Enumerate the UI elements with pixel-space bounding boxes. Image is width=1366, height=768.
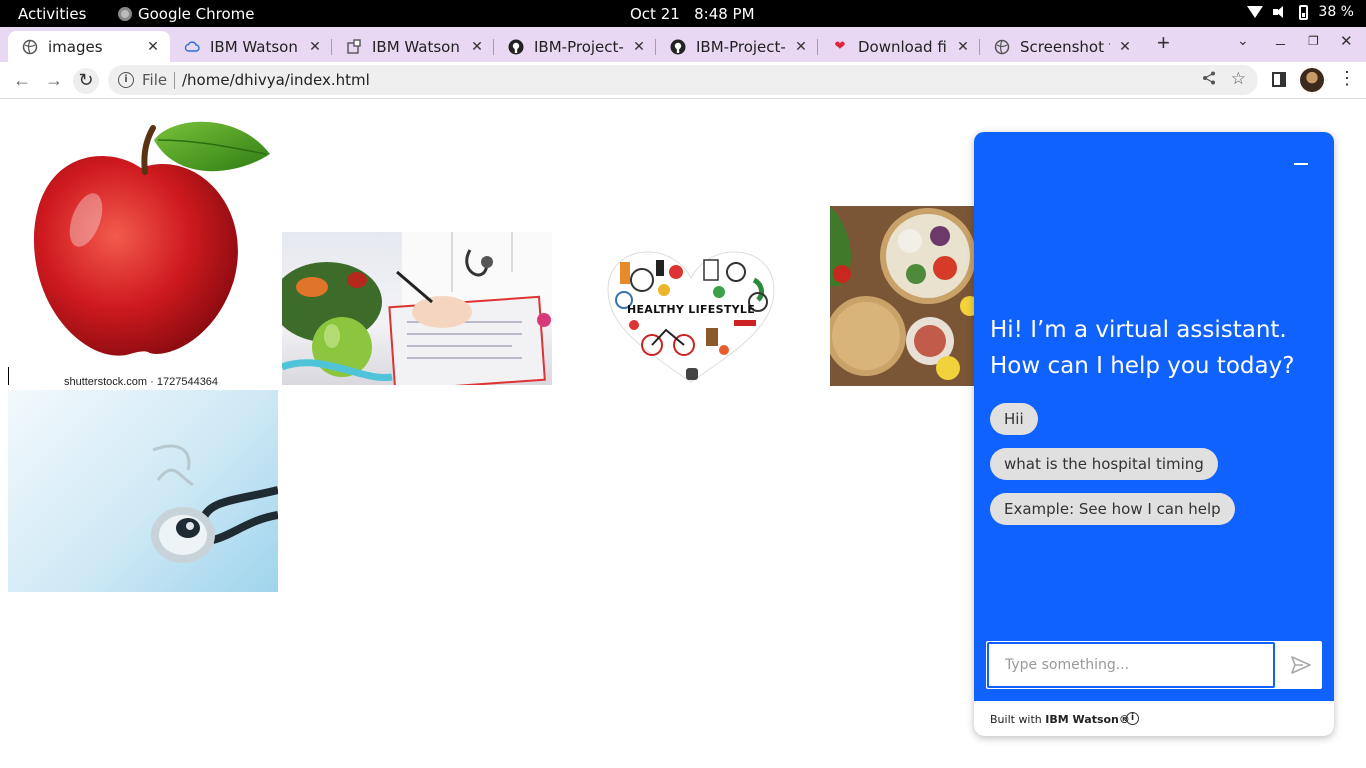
close-icon[interactable]: ✕ bbox=[954, 39, 972, 55]
clock-time: 8:48 PM bbox=[694, 5, 755, 23]
chat-footer: Built with IBM Watson® i bbox=[974, 701, 1334, 736]
globe-icon bbox=[994, 39, 1010, 55]
forward-arrow-icon[interactable]: → bbox=[41, 68, 67, 94]
clock[interactable]: Oct 21 8:48 PM bbox=[630, 5, 755, 23]
close-icon[interactable]: ✕ bbox=[306, 39, 324, 55]
battery-icon bbox=[1299, 4, 1309, 20]
volume-icon bbox=[1273, 5, 1289, 19]
address-bar[interactable]: i File /home/dhivya/index.html ☆ bbox=[108, 65, 1258, 95]
page-content: shutterstock.com · 1727544364 HEALTHY LI… bbox=[0, 100, 1366, 768]
close-icon[interactable]: ✕ bbox=[630, 39, 648, 55]
browser-toolbar: ← → ↻ i File /home/dhivya/index.html ☆ ⋮ bbox=[0, 62, 1366, 99]
close-window-button[interactable]: ✕ bbox=[1340, 32, 1353, 50]
tab-label: IBM-Project-31 bbox=[696, 37, 786, 56]
back-arrow-icon[interactable]: ← bbox=[9, 68, 35, 94]
app-name: Google Chrome bbox=[138, 5, 255, 23]
tab-strip: images ✕ IBM Watson Sc ✕ IBM Watson A ✕ … bbox=[0, 27, 1366, 62]
url-text[interactable]: /home/dhivya/index.html bbox=[182, 71, 370, 89]
more-menu-icon[interactable]: ⋮ bbox=[1338, 68, 1356, 89]
minimize-window-button[interactable]: _ bbox=[1276, 29, 1285, 47]
bookmark-star-icon[interactable]: ☆ bbox=[1231, 69, 1246, 89]
cloud-icon bbox=[184, 39, 200, 55]
new-tab-button[interactable]: + bbox=[1157, 30, 1170, 56]
suggestion-chip[interactable]: Hii bbox=[990, 403, 1038, 435]
tab-images[interactable]: images ✕ bbox=[8, 31, 170, 62]
close-icon[interactable]: ✕ bbox=[144, 39, 162, 55]
wifi-icon bbox=[1247, 6, 1264, 18]
watson-assistant-chat: Hi! I’m a virtual assistant. How can I h… bbox=[974, 132, 1334, 736]
tab-label: IBM Watson Sc bbox=[210, 37, 300, 56]
github-icon bbox=[508, 39, 524, 55]
tab-ibm-watson-sc[interactable]: IBM Watson Sc ✕ bbox=[170, 31, 332, 62]
clock-date: Oct 21 bbox=[630, 5, 680, 23]
battery-percent: 38 % bbox=[1318, 4, 1354, 20]
reload-icon[interactable]: ↻ bbox=[73, 68, 99, 94]
tab-screenshot[interactable]: Screenshot fro ✕ bbox=[980, 31, 1142, 62]
github-icon bbox=[670, 39, 686, 55]
close-icon[interactable]: ✕ bbox=[468, 39, 486, 55]
activities-button[interactable]: Activities bbox=[18, 5, 86, 23]
info-icon[interactable]: i bbox=[1126, 712, 1139, 725]
close-icon[interactable]: ✕ bbox=[792, 39, 810, 55]
assistant-greeting: Hi! I’m a virtual assistant. How can I h… bbox=[990, 317, 1295, 379]
heart-icon: ❤ bbox=[834, 39, 846, 54]
send-icon[interactable] bbox=[1290, 654, 1312, 676]
app-menu[interactable]: Google Chrome bbox=[118, 5, 255, 23]
tab-ibm-project-31[interactable]: IBM-Project-31 ✕ bbox=[656, 31, 818, 62]
tab-label: Download file bbox=[858, 37, 948, 56]
built-with-prefix: Built with bbox=[990, 713, 1046, 726]
profile-avatar[interactable] bbox=[1300, 68, 1324, 92]
healthy-lifestyle-caption: HEALTHY LIFESTYLE bbox=[626, 303, 756, 316]
chat-message-input[interactable] bbox=[987, 642, 1275, 688]
url-scheme: File bbox=[142, 71, 168, 89]
healthy-lifestyle-heart-image: HEALTHY LIFESTYLE bbox=[604, 250, 778, 388]
chrome-icon bbox=[118, 7, 132, 21]
puzzle-icon bbox=[346, 38, 362, 55]
vegetables-bowl-image bbox=[830, 206, 974, 386]
side-panel-icon[interactable] bbox=[1272, 72, 1286, 87]
suggestion-chip[interactable]: Example: See how I can help bbox=[990, 493, 1235, 525]
chat-input-area bbox=[986, 641, 1322, 689]
image-watermark: shutterstock.com · 1727544364 bbox=[63, 376, 219, 388]
system-top-bar: Activities Google Chrome Oct 21 8:48 PM … bbox=[0, 0, 1366, 27]
minimize-chat-button[interactable] bbox=[1294, 158, 1308, 170]
tab-label: IBM Watson A bbox=[372, 37, 462, 56]
built-with-brand: IBM Watson® bbox=[1045, 713, 1130, 726]
divider bbox=[174, 72, 175, 89]
info-icon[interactable]: i bbox=[118, 72, 134, 88]
tab-label: images bbox=[48, 37, 103, 56]
built-with-label: Built with IBM Watson® bbox=[990, 713, 1130, 726]
share-icon[interactable] bbox=[1202, 71, 1216, 89]
globe-icon bbox=[22, 39, 38, 55]
suggestion-chip[interactable]: what is the hospital timing bbox=[990, 448, 1218, 480]
tab-label: IBM-Project-3( bbox=[534, 37, 624, 56]
text-caret bbox=[8, 367, 9, 385]
doctor-nutrition-image bbox=[282, 232, 552, 385]
tab-label: Screenshot fro bbox=[1020, 37, 1110, 56]
apple-image: shutterstock.com · 1727544364 bbox=[8, 110, 274, 388]
tab-search-chevron-icon[interactable]: ⌄ bbox=[1237, 32, 1249, 49]
system-tray[interactable]: 38 % bbox=[1247, 4, 1354, 20]
tab-ibm-project-30[interactable]: IBM-Project-3( ✕ bbox=[494, 31, 656, 62]
tab-ibm-watson-a[interactable]: IBM Watson A ✕ bbox=[332, 31, 494, 62]
restore-window-button[interactable]: ❐ bbox=[1308, 34, 1319, 48]
tab-download-file[interactable]: ❤ Download file ✕ bbox=[818, 31, 980, 62]
stethoscope-image bbox=[8, 390, 278, 592]
close-icon[interactable]: ✕ bbox=[1116, 39, 1134, 55]
